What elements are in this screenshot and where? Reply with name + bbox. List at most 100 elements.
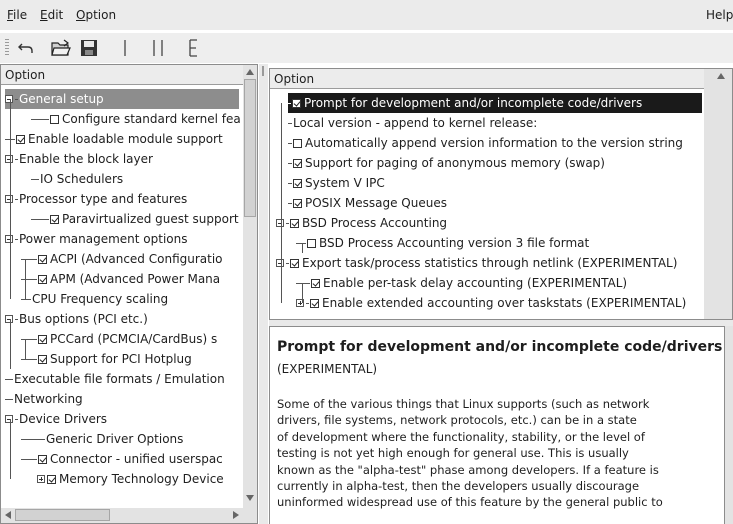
help-vertical-scrollbar[interactable]	[725, 326, 733, 524]
collapse-icon[interactable]	[5, 95, 13, 103]
tree-item[interactable]: POSIX Message Queues	[288, 193, 702, 213]
left-horizontal-scrollbar[interactable]	[1, 508, 257, 523]
checkbox-icon[interactable]	[38, 335, 47, 344]
tree-item-label: General setup	[19, 92, 104, 106]
checkbox-icon[interactable]	[38, 455, 47, 464]
right-column-header[interactable]: Option	[270, 69, 732, 89]
tree-item[interactable]: Power management options	[5, 229, 243, 249]
checkbox-icon[interactable]	[307, 239, 316, 248]
tree-item[interactable]: IO Schedulers	[31, 169, 243, 189]
checkbox-icon[interactable]	[290, 259, 299, 268]
checkbox-icon[interactable]	[292, 99, 301, 108]
tree-item[interactable]: Local version - append to kernel release…	[288, 113, 702, 133]
scroll-left-icon[interactable]	[5, 511, 11, 519]
tree-item[interactable]: BSD Process Accounting	[276, 213, 702, 233]
checkbox-icon[interactable]	[293, 199, 302, 208]
expand-icon[interactable]	[37, 475, 45, 483]
menu-help[interactable]: Help	[706, 8, 733, 22]
tree-item-label: APM (Advanced Power Mana	[50, 272, 221, 286]
left-vertical-scrollbar[interactable]	[243, 65, 257, 508]
tree-guide-line	[281, 103, 282, 303]
tree-item[interactable]: CPU Frequency scaling	[21, 289, 243, 309]
left-scroll-thumb[interactable]	[244, 79, 256, 217]
tree-item[interactable]: Support for PCI Hotplug	[21, 349, 243, 369]
tree-item-label: Support for PCI Hotplug	[50, 352, 192, 366]
tree-item[interactable]: Device Drivers	[5, 409, 243, 429]
tree-item[interactable]: ACPI (Advanced Configuratio	[21, 249, 243, 269]
checkbox-icon[interactable]	[311, 279, 320, 288]
checkbox-icon[interactable]	[293, 179, 302, 188]
tree-item[interactable]: Connector - unified userspac	[21, 449, 243, 469]
tree-item[interactable]: PCCard (PCMCIA/CardBus) s	[21, 329, 243, 349]
tree-guide-line	[25, 339, 26, 359]
tree-item[interactable]: Generic Driver Options	[21, 429, 243, 449]
tree-item[interactable]: Networking	[5, 389, 243, 409]
vertical-splitter[interactable]	[259, 64, 268, 524]
tree-item-label: Device Drivers	[19, 412, 108, 426]
load-button[interactable]	[50, 38, 72, 58]
load-icon	[51, 39, 71, 56]
collapse-icon[interactable]	[5, 315, 13, 323]
toolbar-grip[interactable]	[5, 39, 9, 57]
collapse-icon[interactable]	[5, 415, 13, 423]
tree-item[interactable]: Enable the block layer	[5, 149, 243, 169]
collapse-icon[interactable]	[5, 155, 13, 163]
tree-item[interactable]: General setup	[5, 89, 239, 109]
checkbox-icon[interactable]	[293, 159, 302, 168]
tree-item[interactable]: Processor type and features	[5, 189, 243, 209]
save-button[interactable]	[78, 38, 100, 58]
checkbox-icon[interactable]	[16, 135, 25, 144]
tree-item[interactable]: APM (Advanced Power Mana	[21, 269, 243, 289]
help-subtitle: (EXPERIMENTAL)	[277, 362, 378, 376]
checkbox-icon[interactable]	[38, 275, 47, 284]
menu-file[interactable]: File	[7, 8, 27, 22]
scroll-up-icon[interactable]	[246, 69, 254, 75]
tree-item[interactable]: System V IPC	[288, 173, 702, 193]
tree-item[interactable]: Enable per-task delay accounting (EXPERI…	[296, 273, 702, 293]
tree-item[interactable]: Support for paging of anonymous memory (…	[288, 153, 702, 173]
tree-item[interactable]: Prompt for development and/or incomplete…	[288, 93, 702, 113]
checkbox-icon[interactable]	[38, 255, 47, 264]
left-column-header[interactable]: Option	[1, 65, 257, 85]
collapse-icon[interactable]	[5, 235, 13, 243]
back-button[interactable]	[15, 38, 37, 58]
tree-item[interactable]: Memory Technology Device	[37, 469, 243, 489]
split-view-button[interactable]	[147, 38, 169, 58]
tree-item[interactable]: Configure standard kernel fea	[31, 109, 243, 129]
left-hscroll-thumb[interactable]	[15, 509, 110, 521]
tree-item[interactable]: Automatically append version information…	[288, 133, 702, 153]
tree-connector	[288, 123, 292, 124]
right-scroll-up-icon[interactable]	[717, 73, 725, 79]
full-view-button[interactable]	[183, 38, 205, 58]
tree-connector	[21, 459, 37, 460]
tree-connector	[296, 283, 310, 284]
checkbox-icon[interactable]	[50, 215, 59, 224]
tree-item[interactable]: Bus options (PCI etc.)	[5, 309, 243, 329]
tree-item[interactable]: Executable file formats / Emulation	[5, 369, 243, 389]
tree-item[interactable]: Enable loadable module support	[5, 129, 243, 149]
checkbox-icon[interactable]	[310, 299, 319, 308]
tree-item-label: Prompt for development and/or incomplete…	[304, 96, 643, 110]
checkbox-icon[interactable]	[47, 475, 56, 484]
checkbox-icon[interactable]	[38, 355, 47, 364]
collapse-icon[interactable]	[276, 259, 284, 267]
checkbox-icon[interactable]	[50, 115, 59, 124]
menu-option[interactable]: Option	[76, 8, 116, 22]
tree-item[interactable]: Export task/process statistics through n…	[276, 253, 702, 273]
menu-edit[interactable]: Edit	[40, 8, 63, 22]
tree-connector	[15, 99, 18, 100]
single-view-button[interactable]	[114, 38, 136, 58]
checkbox-icon[interactable]	[290, 219, 299, 228]
tree-item[interactable]: Paravirtualized guest support	[31, 209, 243, 229]
collapse-icon[interactable]	[276, 219, 284, 227]
tree-item-label: Export task/process statistics through n…	[302, 256, 678, 270]
tree-item[interactable]: BSD Process Accounting version 3 file fo…	[296, 233, 702, 253]
tree-guide-line	[25, 259, 26, 299]
tree-item[interactable]: Enable extended accounting over taskstat…	[296, 293, 702, 313]
collapse-icon[interactable]	[5, 195, 13, 203]
scroll-down-icon[interactable]	[246, 495, 254, 501]
scroll-right-icon[interactable]	[233, 511, 239, 519]
right-vertical-scrollbar[interactable]	[704, 69, 732, 319]
checkbox-icon[interactable]	[293, 139, 302, 148]
tree-connector	[15, 319, 18, 320]
